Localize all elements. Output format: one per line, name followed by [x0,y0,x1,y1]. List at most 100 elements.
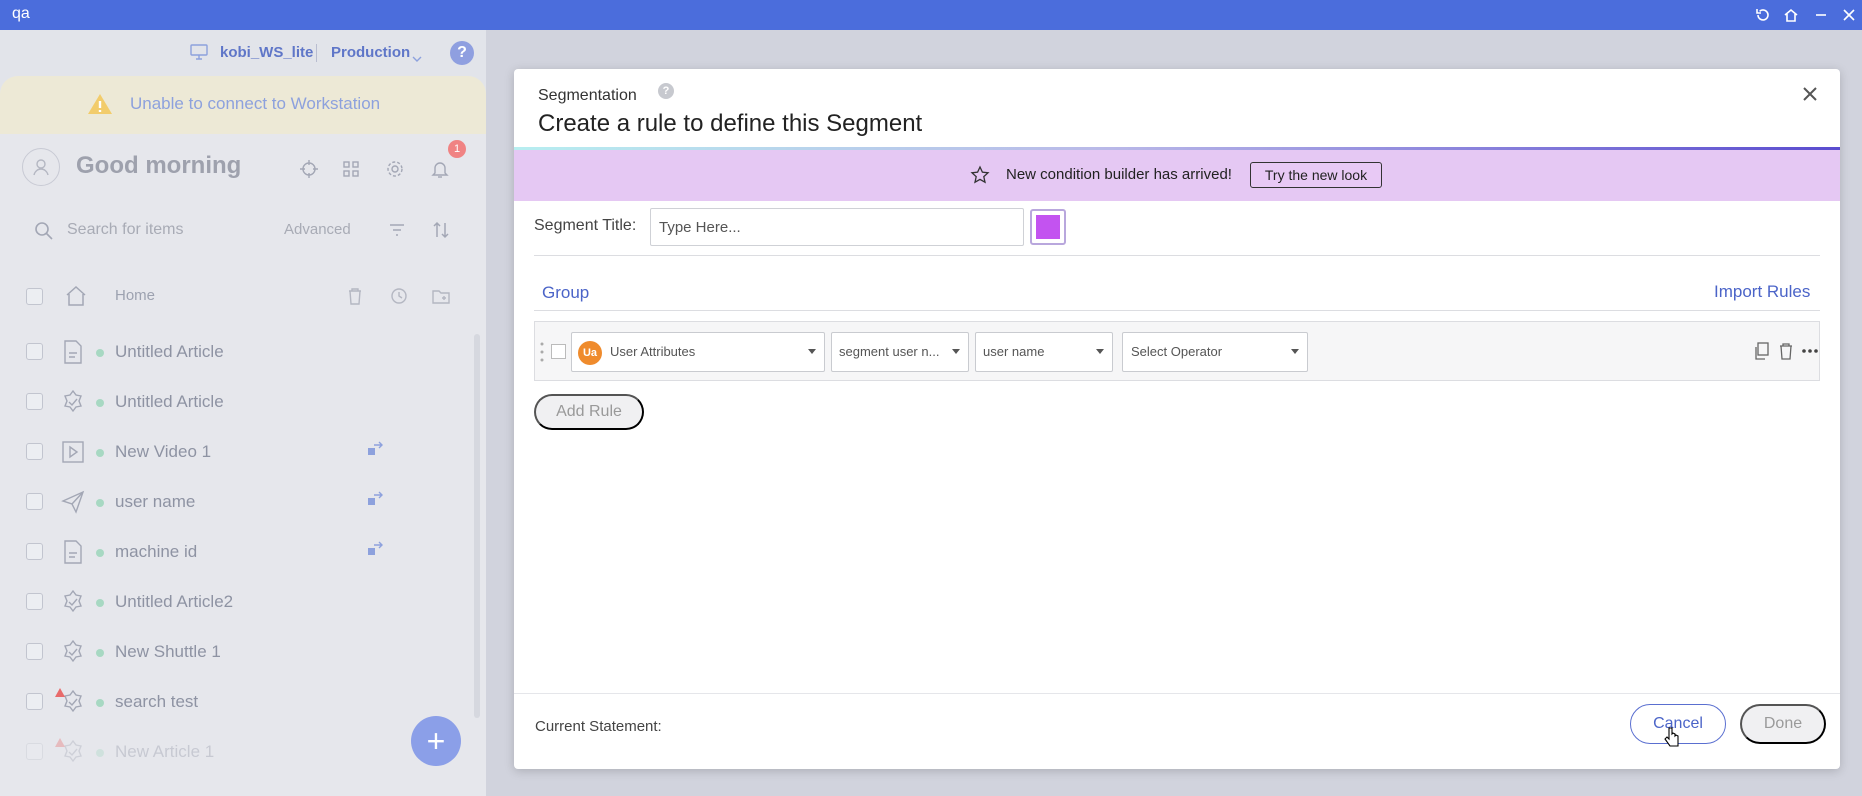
item-checkbox[interactable] [26,393,43,410]
hand-cursor-icon [1664,726,1680,748]
crosshair-icon[interactable] [296,156,322,182]
rule-checkbox[interactable] [551,344,566,359]
item-checkbox[interactable] [26,343,43,360]
refresh-icon[interactable] [1752,4,1774,26]
environment-select[interactable]: Production [331,44,410,61]
done-button[interactable]: Done [1740,704,1826,744]
list-item[interactable]: New Shuttle 1 [0,627,470,677]
list-item[interactable]: user name [0,477,470,527]
list-item[interactable]: Untitled Article2 [0,577,470,627]
search-box[interactable]: Search for items Advanced [24,210,364,250]
operator-select[interactable]: Select Operator [1122,332,1308,372]
grid-icon[interactable] [338,156,364,182]
close-icon[interactable] [1797,81,1823,107]
item-checkbox[interactable] [26,693,43,710]
copy-icon[interactable] [1750,340,1772,362]
attribute-source-select[interactable]: segment user n... [831,332,969,372]
item-label: Untitled Article [115,342,224,361]
rule-row: Ua User Attributes segment user n... use… [534,321,1820,381]
item-checkbox[interactable] [26,743,43,760]
item-checkbox[interactable] [26,543,43,560]
home-label: Home [115,287,156,304]
shared-icon[interactable] [366,539,386,559]
side-panel: Unable to connect to Workstation Good mo… [0,76,486,796]
user-avatar[interactable] [22,148,60,186]
item-label: New Shuttle 1 [115,642,221,661]
chevron-down-icon [1291,349,1299,354]
dialog-title: Create a rule to define this Segment [538,110,923,137]
item-checkbox[interactable] [26,643,43,660]
new-folder-icon[interactable] [428,283,454,309]
add-item-button[interactable]: + [411,716,461,766]
attribute-type-select[interactable]: Ua User Attributes [571,332,825,372]
advanced-search-link[interactable]: Advanced [284,221,351,238]
status-dot [96,749,104,757]
item-label: New Article 1 [115,742,215,761]
help-icon[interactable]: ? [658,83,674,99]
list-item[interactable]: search test [0,677,470,727]
bell-icon[interactable] [427,156,453,182]
app-title: qa [12,5,30,22]
list-item[interactable]: Untitled Article [0,377,470,427]
user-attributes-icon: Ua [578,341,602,365]
drag-handle-icon[interactable] [539,340,545,364]
video-icon [60,439,86,465]
list-item[interactable]: Untitled Article [0,327,470,377]
trash-icon[interactable] [342,283,368,309]
list-item[interactable]: New Article 1 [0,727,470,777]
divider [534,310,1820,311]
item-label: machine id [115,542,198,561]
shared-icon[interactable] [366,489,386,509]
filter-icon[interactable] [384,217,410,243]
group-label[interactable]: Group [542,283,589,303]
minimize-icon[interactable] [1810,4,1832,26]
status-dot [96,499,104,507]
connection-warning: Unable to connect to Workstation [0,76,486,134]
item-checkbox[interactable] [26,593,43,610]
close-window-icon[interactable] [1838,4,1860,26]
attribute-source-value: segment user n... [839,344,940,359]
list-item[interactable]: machine id [0,527,470,577]
workstation-name[interactable]: kobi_WS_lite [220,44,313,61]
item-checkbox[interactable] [26,443,43,460]
help-button[interactable]: ? [450,41,474,65]
dialog-subtitle: Segmentation [538,87,637,104]
import-rules-link[interactable]: Import Rules [1714,282,1810,302]
segment-title-label: Segment Title: [534,217,637,234]
home-checkbox[interactable] [26,288,43,305]
status-dot [96,549,104,557]
home-row[interactable]: Home [0,274,486,318]
chevron-down-icon[interactable] [412,50,422,68]
shuttle-icon [60,589,86,615]
sidebar-scrollbar[interactable] [474,334,480,718]
segment-title-input[interactable]: Type Here... [650,208,1024,246]
search-input[interactable]: Search for items [67,221,183,239]
status-dot [96,649,104,657]
shared-icon[interactable] [366,439,386,459]
current-statement-label: Current Statement: [535,718,662,735]
status-dot [96,699,104,707]
more-icon[interactable] [1799,340,1821,362]
attribute-field-select[interactable]: user name [975,332,1113,372]
chevron-down-icon [1096,349,1104,354]
item-checkbox[interactable] [26,493,43,510]
monitor-icon [190,44,208,60]
delete-icon[interactable] [1775,340,1797,362]
chevron-down-icon [808,349,816,354]
history-icon[interactable] [386,283,412,309]
try-new-look-button[interactable]: Try the new look [1250,162,1382,188]
banner-text: New condition builder has arrived! [1006,166,1232,183]
add-rule-button[interactable]: Add Rule [534,394,644,430]
list-item[interactable]: New Video 1 [0,427,470,477]
notification-badge: 1 [448,140,466,158]
status-dot [96,349,104,357]
search-icon [34,221,54,246]
home-icon[interactable] [1780,4,1802,26]
segment-color-picker[interactable] [1030,209,1066,245]
status-dot [96,399,104,407]
sort-icon[interactable] [428,217,454,243]
status-dot [96,599,104,607]
gear-icon[interactable] [382,156,408,182]
warning-icon [86,92,114,121]
home-icon [64,284,88,313]
